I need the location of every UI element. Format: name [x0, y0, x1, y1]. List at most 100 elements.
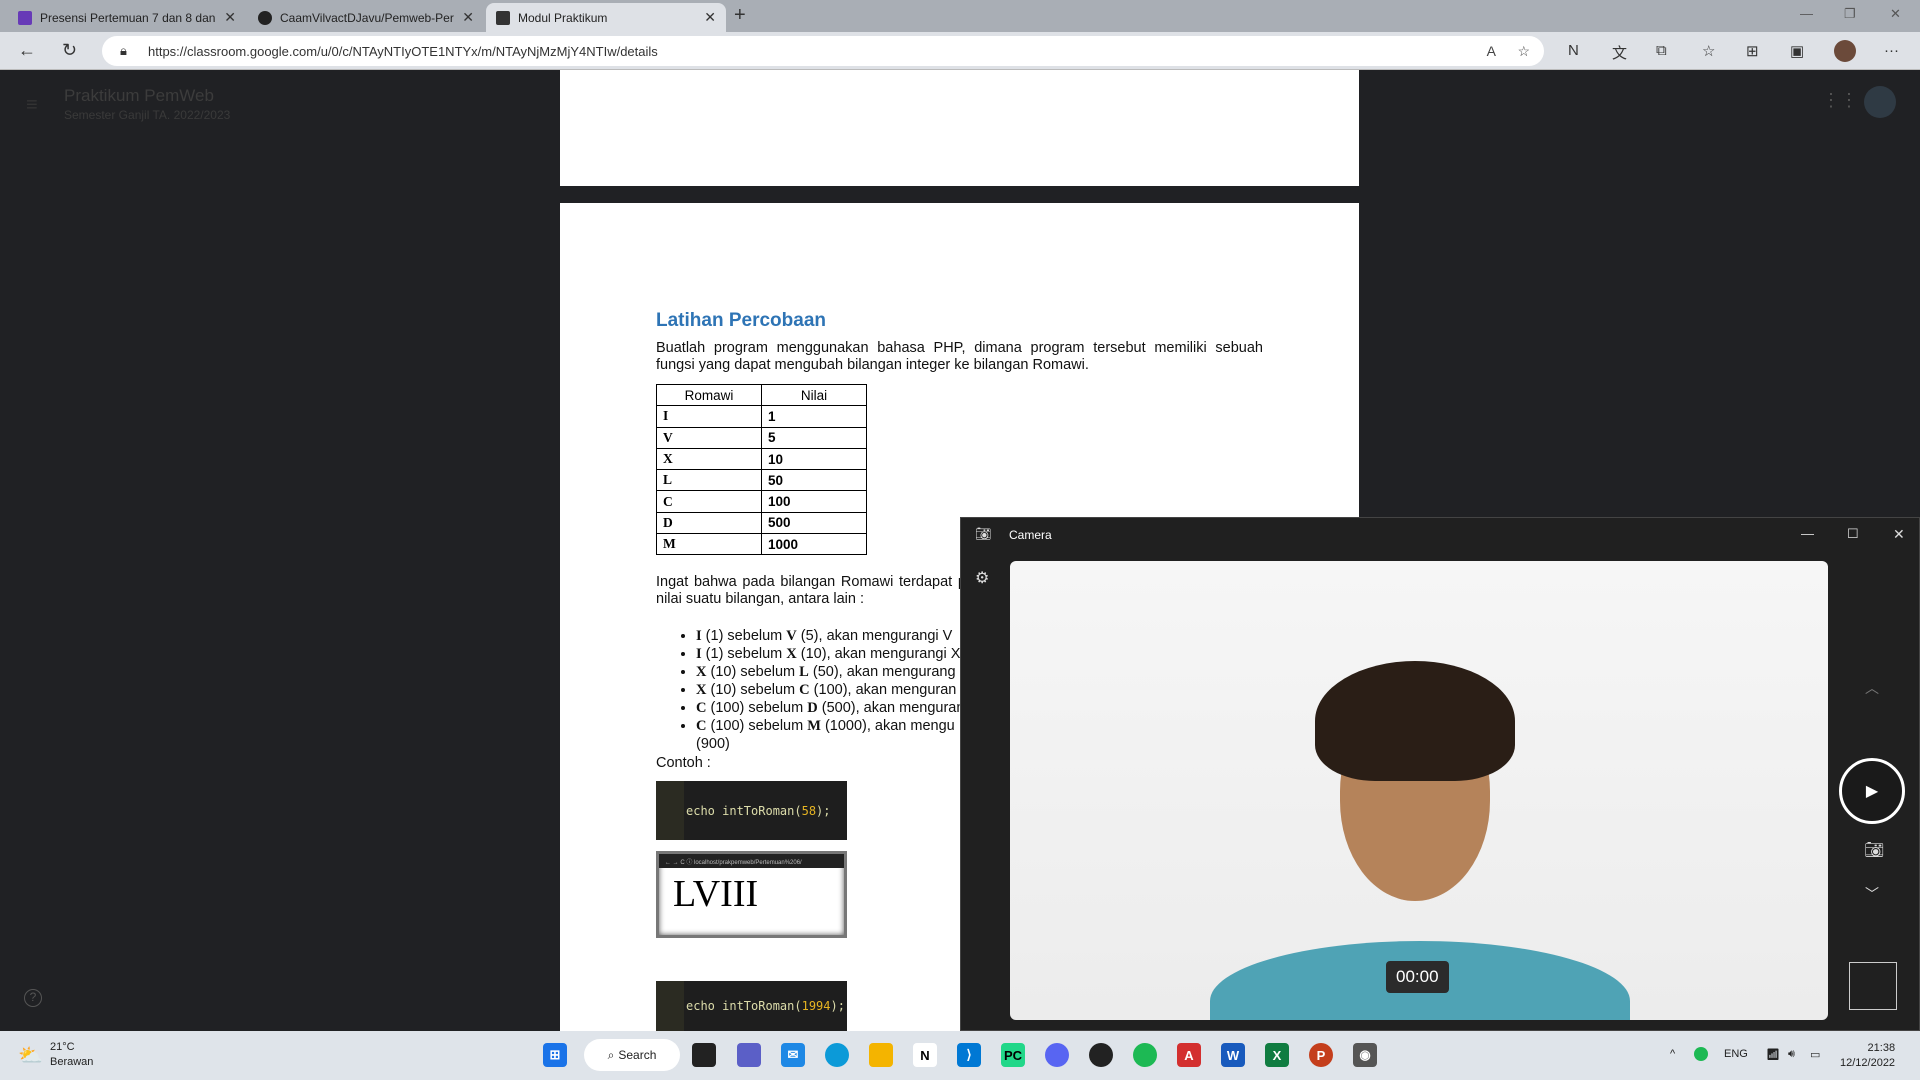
tab-presensi[interactable]: Presensi Pertemuan 7 dan 8 dan ✕	[8, 3, 246, 32]
maximize-button[interactable]: ☐	[1847, 526, 1859, 542]
table-row: C 100	[656, 490, 867, 513]
tab-github[interactable]: CaamVilvactDJavu/Pemweb-Pert ✕	[248, 3, 484, 32]
translate-ext-icon[interactable]: 文	[1612, 42, 1627, 63]
camera-preview: 00:00	[1010, 561, 1828, 1020]
chevron-down-icon[interactable]: ﹀	[1865, 884, 1879, 904]
code-snippet-1: echo intToRoman(58);	[656, 781, 847, 840]
window-close-button[interactable]: ✕	[1890, 6, 1901, 22]
more-icon[interactable]: ···	[1884, 42, 1899, 59]
acrobat-icon[interactable]: A	[1177, 1043, 1201, 1067]
photo-mode-icon[interactable]: 📷︎	[1864, 840, 1884, 860]
doc-table_rows-4-0: C	[656, 490, 762, 513]
list-item: I (1) sebelum X (10), akan mengurangi X	[696, 645, 966, 663]
start-icon[interactable]: ⊞	[543, 1043, 567, 1067]
volume-icon[interactable]: 🔊︎	[1788, 1048, 1795, 1061]
last-capture-thumbnail[interactable]	[1849, 962, 1897, 1010]
doc-bullets-5-c: M	[807, 718, 821, 734]
close-button[interactable]: ✕	[1893, 526, 1905, 543]
doc-table_rows-1-1: 5	[761, 426, 867, 449]
mail-icon[interactable]: ✉	[781, 1043, 805, 1067]
doc-table_rows-5-1: 500	[761, 511, 867, 535]
profile-avatar[interactable]	[1834, 40, 1856, 62]
table-row: X 10	[656, 447, 867, 471]
browser-tabs-1-label: CaamVilvactDJavu/Pemweb-Pert	[280, 10, 455, 25]
close-icon[interactable]: ✕	[462, 9, 474, 26]
menu-icon[interactable]: ≡	[26, 94, 38, 117]
powerpoint-icon[interactable]: P	[1309, 1043, 1333, 1067]
language-indicator[interactable]: ENG	[1724, 1048, 1748, 1060]
chevron-up-icon[interactable]: ︿	[1865, 678, 1879, 698]
camera-taskbar-icon[interactable]: ◉	[1353, 1043, 1377, 1067]
close-icon[interactable]: ✕	[224, 9, 236, 26]
doc-bullets-3-a: X	[696, 682, 707, 698]
taskbar-date: 12/12/2022	[1840, 1057, 1896, 1069]
list-item: C (100) sebelum M (1000), akan mengu (90…	[696, 717, 966, 753]
record-video-button[interactable]: ▶︎	[1839, 758, 1905, 824]
vscode-icon[interactable]: ⟩	[957, 1043, 981, 1067]
apps-grid-icon[interactable]: ⋮⋮	[1822, 90, 1858, 111]
recording-timer: 00:00	[1386, 961, 1449, 993]
collections-icon[interactable]: ⊞	[1746, 42, 1759, 60]
reload-icon[interactable]: ↻	[62, 40, 77, 61]
output-screenshot: ← → C ⓘ localhost/prakpemweb/Pertemuan%2…	[656, 851, 847, 938]
class-title[interactable]: Praktikum PemWeb	[64, 86, 214, 106]
obs-icon[interactable]	[1089, 1043, 1113, 1067]
doc-code2_arg: 1994	[801, 999, 831, 1013]
doc-table_rows-4-1: 100	[761, 490, 867, 513]
tab-modul-praktikum[interactable]: Modul Praktikum ✕	[486, 3, 726, 32]
pycharm-icon[interactable]: PC	[1001, 1043, 1025, 1067]
task-view-icon[interactable]	[692, 1043, 716, 1067]
notion-icon[interactable]: N	[913, 1043, 937, 1067]
doc-bullets-4-d: (500), akan menguran	[817, 700, 965, 716]
taskbar-time: 21:38	[1867, 1042, 1896, 1054]
camera-title: Camera	[1009, 528, 1052, 542]
classroom-icon	[496, 10, 510, 25]
edge-icon[interactable]	[825, 1043, 849, 1067]
wifi-icon[interactable]: 📶︎	[1766, 1048, 1780, 1061]
address-toolbar: ← ↻ 🔒︎ https://classroom.google.com/u/0/c…	[0, 32, 1920, 70]
tray-overflow-icon[interactable]: ^	[1670, 1048, 1675, 1060]
close-icon[interactable]: ✕	[704, 9, 716, 26]
search-icon: ⌕	[607, 1047, 615, 1062]
clock[interactable]: 21:38 12/12/2022	[1840, 1041, 1895, 1071]
spotify-tray-icon[interactable]	[1694, 1047, 1708, 1061]
excel-icon[interactable]: X	[1265, 1043, 1289, 1067]
spotify-icon[interactable]	[1133, 1043, 1157, 1067]
minimize-button[interactable]: —	[1801, 526, 1814, 541]
restore-button[interactable]: ❐	[1844, 6, 1856, 22]
battery-icon[interactable]: ▭	[1810, 1048, 1820, 1061]
list-item: X (10) sebelum L (50), akan mengurang	[696, 663, 966, 681]
settings-gear-icon[interactable]: ⚙	[975, 568, 989, 588]
taskbar-weather: Berawan	[50, 1056, 94, 1068]
search-button[interactable]: ⌕ Search	[584, 1039, 680, 1071]
doc-table_rows-2-1: 10	[761, 447, 867, 471]
extensions-icon[interactable]: ⧉	[1656, 42, 1667, 59]
list-item: C (100) sebelum D (500), akan menguran	[696, 699, 966, 717]
help-icon[interactable]: ?	[24, 989, 42, 1007]
doc-table_rows-1-0: V	[656, 426, 762, 449]
file-explorer-icon[interactable]	[869, 1043, 893, 1067]
favorites-icon[interactable]: ☆	[1702, 42, 1715, 60]
screenshot-icon[interactable]: ▣	[1790, 42, 1804, 60]
github-icon	[258, 10, 272, 25]
back-icon[interactable]: ←	[18, 40, 36, 61]
account-avatar[interactable]	[1864, 86, 1896, 118]
new-tab-button[interactable]: +	[734, 4, 746, 27]
read-aloud-icon[interactable]: A	[1487, 43, 1496, 59]
minimize-button[interactable]: —	[1800, 6, 1813, 21]
camera-window: 📷︎ Camera — ☐ ✕ ⚙ 00:00 ︿ ▶︎ 📷︎ ﹀	[960, 517, 1920, 1031]
address-bar[interactable]: 🔒︎ https://classroom.google.com/u/0/c/NTA…	[102, 36, 1544, 66]
note-paragraph: Ingat bahwa pada bilangan Romawi terdapa…	[656, 574, 966, 607]
favorite-icon[interactable]: ☆	[1517, 43, 1530, 60]
doc-bullets-3-c: C	[799, 682, 810, 698]
doc-table_rows-3-1: 50	[761, 469, 867, 492]
doc-code1_end: );	[816, 803, 831, 818]
weather-widget[interactable]: 21°C Berawan	[50, 1040, 93, 1070]
doc-bullets-3-d: (100), akan menguran	[809, 682, 957, 698]
notion-ext-icon[interactable]: N	[1568, 42, 1579, 59]
discord-icon[interactable]	[1045, 1043, 1069, 1067]
word-icon[interactable]: W	[1221, 1043, 1245, 1067]
doc-table_rows-5-0: D	[656, 511, 762, 535]
lock-icon: 🔒︎	[120, 43, 127, 58]
teams-chat-icon[interactable]	[737, 1043, 761, 1067]
